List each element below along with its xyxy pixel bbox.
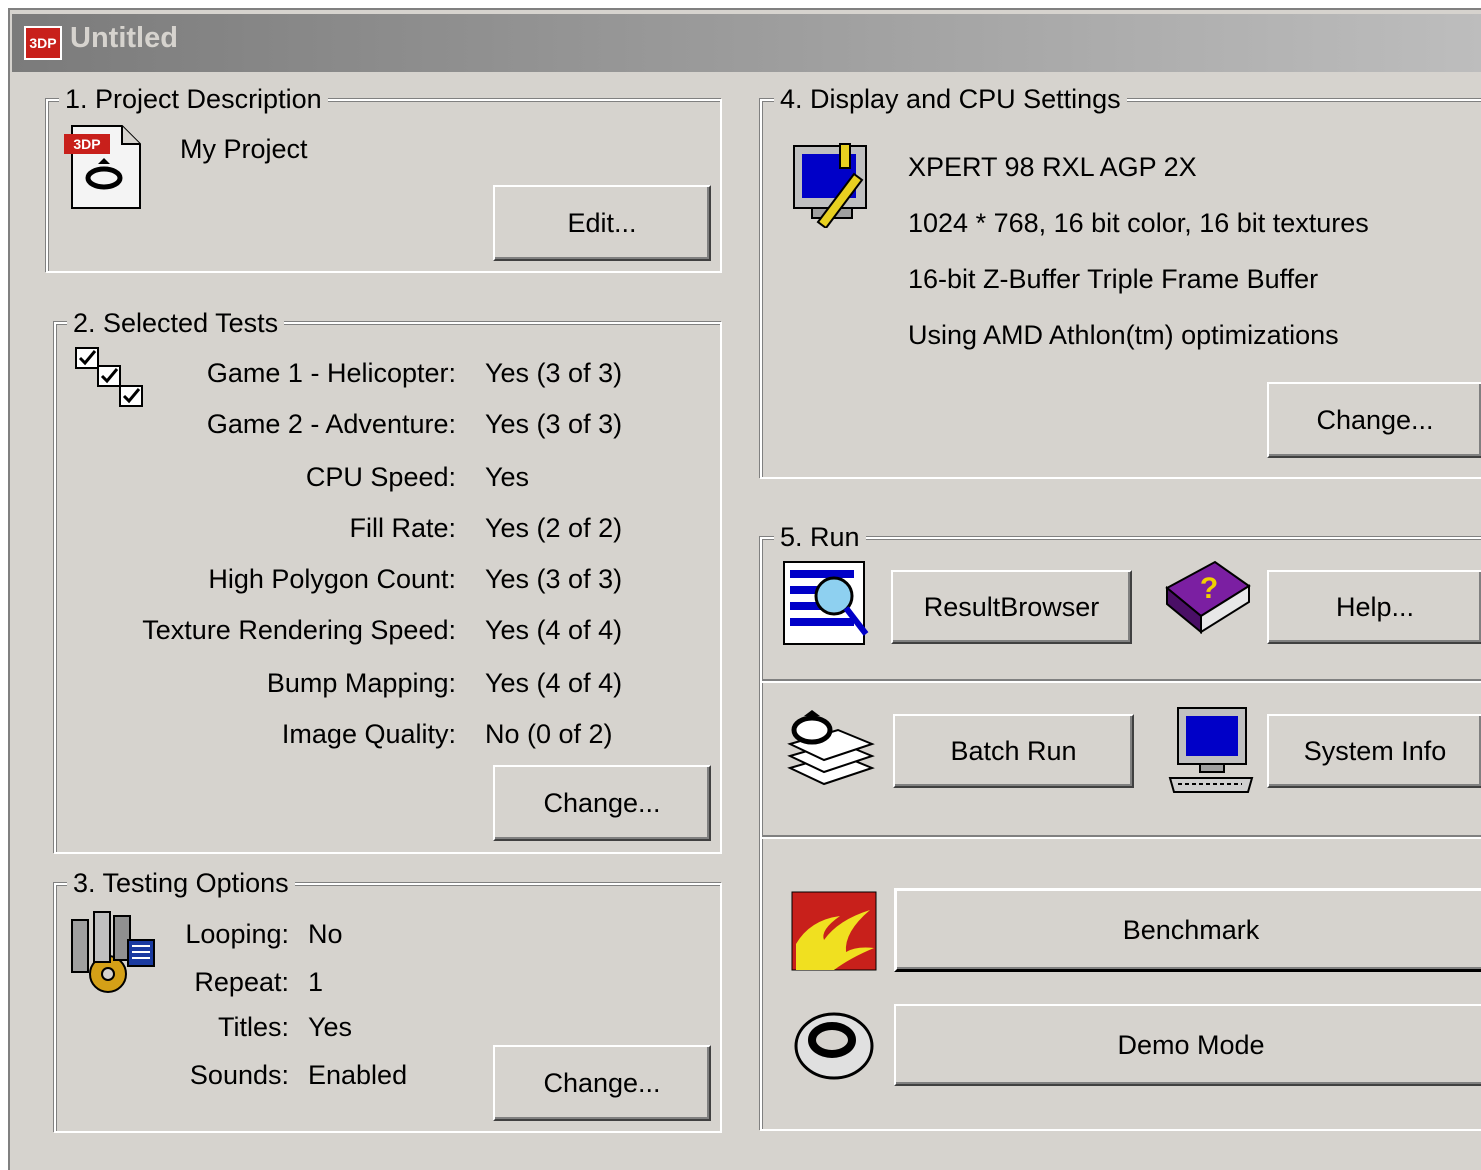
app-3dp-icon: 3DP bbox=[24, 26, 62, 60]
result-browser-button[interactable]: ResultBrowser bbox=[891, 570, 1132, 644]
benchmark-button[interactable]: Benchmark bbox=[894, 888, 1481, 972]
selected-tests-legend: 2. Selected Tests bbox=[67, 308, 285, 338]
result-browser-button-label: ResultBrowser bbox=[923, 591, 1100, 622]
result-browser-icon bbox=[783, 561, 869, 645]
edit-project-button-label: Edit... bbox=[567, 207, 637, 238]
edit-project-button[interactable]: Edit... bbox=[493, 185, 711, 261]
run-separator-2 bbox=[762, 835, 1481, 839]
test-value-high-polygon: Yes (3 of 3) bbox=[485, 564, 623, 594]
test-value-texture-rendering: Yes (4 of 4) bbox=[485, 615, 623, 645]
change-display-button-label: Change... bbox=[1316, 404, 1434, 435]
change-tests-button[interactable]: Change... bbox=[493, 765, 711, 841]
run-separator-1 bbox=[762, 679, 1481, 683]
test-label-game1: Game 1 - Helicopter: bbox=[206, 358, 456, 388]
checkboxes-icon bbox=[75, 347, 143, 407]
benchmark-button-label: Benchmark bbox=[1122, 914, 1260, 945]
title-bar[interactable] bbox=[12, 14, 1481, 72]
project-file-icon: 3DP bbox=[64, 125, 141, 209]
test-label-game2: Game 2 - Adventure: bbox=[206, 409, 456, 439]
system-info-computer-icon bbox=[1168, 707, 1254, 793]
option-label-sounds: Sounds: bbox=[189, 1060, 289, 1090]
option-label-looping: Looping: bbox=[185, 919, 289, 949]
demo-mode-button-label: Demo Mode bbox=[1117, 1029, 1265, 1060]
run-legend: 5. Run bbox=[774, 522, 866, 552]
svg-text:3DP: 3DP bbox=[73, 136, 100, 152]
option-value-titles: Yes bbox=[308, 1012, 353, 1042]
system-info-button[interactable]: System Info bbox=[1267, 714, 1481, 788]
display-cpu-legend: 4. Display and CPU Settings bbox=[774, 84, 1127, 114]
test-label-texture-rendering: Texture Rendering Speed: bbox=[142, 615, 456, 645]
project-description-legend: 1. Project Description bbox=[59, 84, 328, 114]
benchmark-icon bbox=[791, 891, 877, 971]
display-line-4: Using AMD Athlon(tm) optimizations bbox=[908, 320, 1339, 350]
test-value-game2: Yes (3 of 3) bbox=[485, 409, 623, 439]
project-name: My Project bbox=[180, 134, 308, 164]
test-value-cpu-speed: Yes bbox=[485, 462, 530, 492]
change-display-button[interactable]: Change... bbox=[1267, 382, 1481, 458]
batch-run-button-label: Batch Run bbox=[950, 735, 1077, 766]
test-label-bump-mapping: Bump Mapping: bbox=[266, 668, 456, 698]
option-label-titles: Titles: bbox=[217, 1012, 289, 1042]
test-label-cpu-speed: CPU Speed: bbox=[305, 462, 456, 492]
display-line-2: 1024 * 768, 16 bit color, 16 bit texture… bbox=[908, 208, 1369, 238]
display-line-1: XPERT 98 RXL AGP 2X bbox=[908, 152, 1197, 182]
demo-mode-button[interactable]: Demo Mode bbox=[894, 1004, 1481, 1086]
option-value-looping: No bbox=[308, 919, 343, 949]
svg-text:?: ? bbox=[1200, 572, 1218, 605]
test-value-fill-rate: Yes (2 of 2) bbox=[485, 513, 623, 543]
test-value-bump-mapping: Yes (4 of 4) bbox=[485, 668, 623, 698]
monitor-settings-icon bbox=[793, 143, 867, 228]
tools-settings-icon bbox=[71, 911, 155, 993]
test-label-image-quality: Image Quality: bbox=[281, 719, 456, 749]
test-value-image-quality: No (0 of 2) bbox=[485, 719, 613, 749]
change-options-button-label: Change... bbox=[543, 1067, 661, 1098]
help-button[interactable]: Help... bbox=[1267, 570, 1481, 644]
change-tests-button-label: Change... bbox=[543, 787, 661, 818]
help-book-icon: ? bbox=[1165, 560, 1251, 635]
system-info-button-label: System Info bbox=[1303, 735, 1447, 766]
display-line-3: 16-bit Z-Buffer Triple Frame Buffer bbox=[908, 264, 1319, 294]
batch-run-icon bbox=[787, 710, 875, 786]
option-label-repeat: Repeat: bbox=[194, 967, 289, 997]
option-value-sounds: Enabled bbox=[308, 1060, 408, 1090]
change-options-button[interactable]: Change... bbox=[493, 1045, 711, 1121]
test-label-high-polygon: High Polygon Count: bbox=[208, 564, 456, 594]
test-label-fill-rate: Fill Rate: bbox=[349, 513, 456, 543]
testing-options-legend: 3. Testing Options bbox=[67, 868, 295, 898]
test-value-game1: Yes (3 of 3) bbox=[485, 358, 623, 388]
help-button-label: Help... bbox=[1335, 591, 1415, 622]
window-title: Untitled bbox=[70, 22, 178, 54]
batch-run-button[interactable]: Batch Run bbox=[893, 714, 1134, 788]
demo-mode-torus-icon bbox=[794, 1012, 874, 1080]
option-value-repeat: 1 bbox=[308, 967, 324, 997]
